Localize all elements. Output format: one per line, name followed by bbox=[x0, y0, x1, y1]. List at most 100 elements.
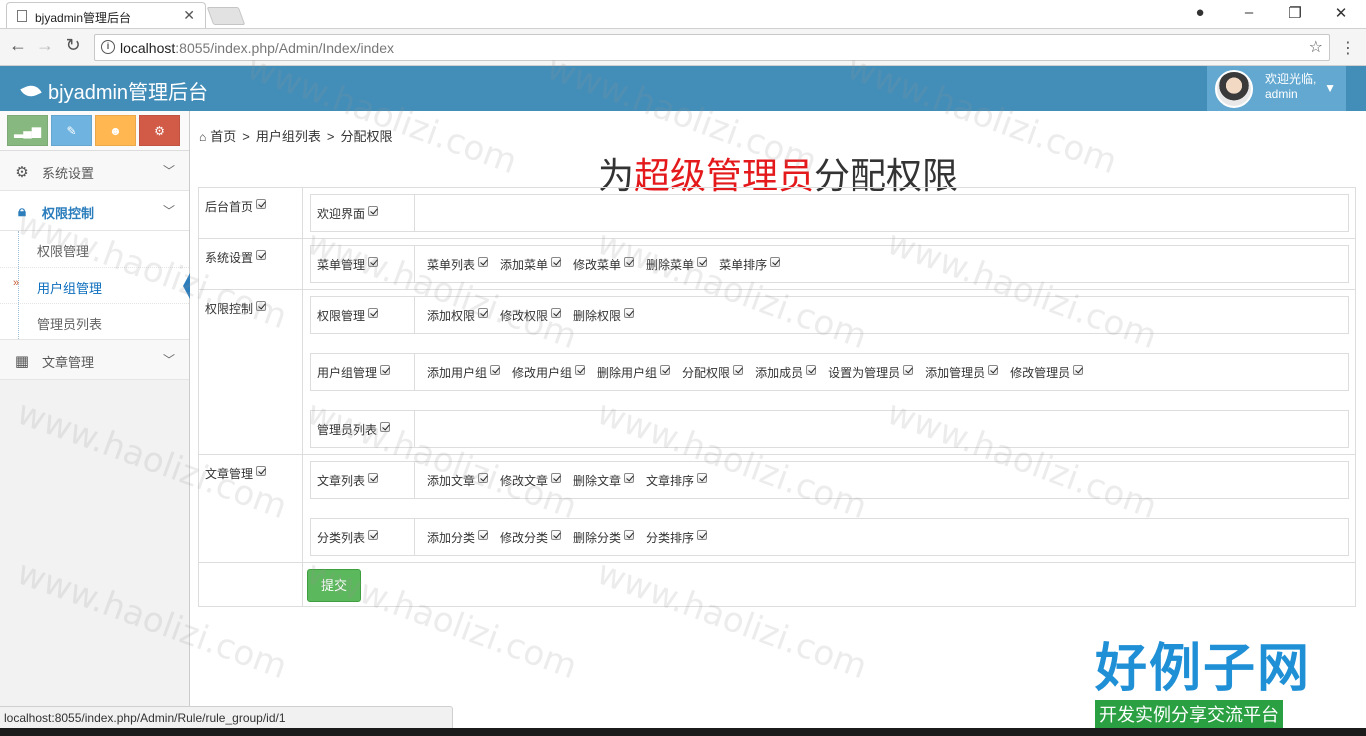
breadcrumb-group-list-link[interactable]: 用户组列表 bbox=[256, 129, 321, 144]
action-checkbox[interactable] bbox=[988, 364, 999, 375]
address-bar[interactable]: i localhost:8055/index.php/Admin/Index/i… bbox=[94, 34, 1330, 61]
submit-row: 提交 bbox=[198, 562, 1356, 607]
watermark-title: 好例子网 bbox=[1095, 640, 1312, 698]
action-item: 修改菜单 bbox=[573, 256, 635, 273]
group-checkbox[interactable] bbox=[256, 199, 267, 209]
breadcrumb-home-link[interactable]: 首页 bbox=[210, 129, 236, 144]
submenu-item-rule-management[interactable]: 权限管理 bbox=[0, 231, 189, 267]
module-checkbox[interactable] bbox=[380, 421, 391, 432]
module-checkbox[interactable] bbox=[368, 472, 379, 483]
sidebar-item-permission-control[interactable]: 🔒︎ 权限控制 ﹀ bbox=[0, 191, 189, 231]
brand[interactable]: bjyadmin管理后台 bbox=[20, 76, 208, 105]
module-checkbox[interactable] bbox=[368, 307, 379, 318]
action-checkbox[interactable] bbox=[551, 472, 562, 483]
actions-cell: 添加文章 修改文章 删除文章 文章排序 bbox=[414, 461, 1349, 499]
sidebar-item-label: 权限控制 bbox=[42, 206, 95, 221]
action-checkbox[interactable] bbox=[806, 364, 817, 375]
sidebar-item-system-settings[interactable]: ⚙ 系统设置 ﹀ bbox=[0, 151, 189, 191]
breadcrumb-separator: > bbox=[326, 129, 335, 144]
action-checkbox[interactable] bbox=[660, 364, 671, 375]
actions-cell bbox=[414, 410, 1349, 448]
menu-kebab-icon[interactable]: ⋮ bbox=[1340, 38, 1356, 58]
action-checkbox[interactable] bbox=[733, 364, 744, 375]
browser-tabstrip: bjyadmin管理后台 ✕ ● – ❐ ✕ bbox=[0, 0, 1366, 28]
action-checkbox[interactable] bbox=[478, 256, 489, 267]
module-checkbox[interactable] bbox=[380, 364, 391, 375]
action-label: 修改用户组 bbox=[512, 365, 573, 380]
browser-tab[interactable]: bjyadmin管理后台 ✕ bbox=[6, 2, 206, 28]
action-item: 添加管理员 bbox=[925, 364, 999, 381]
action-item: 修改权限 bbox=[500, 307, 562, 324]
action-label: 分类排序 bbox=[646, 530, 695, 545]
action-label: 添加用户组 bbox=[427, 365, 488, 380]
module-name-cell: 欢迎界面 bbox=[310, 194, 415, 232]
action-checkbox[interactable] bbox=[770, 256, 781, 267]
chevron-down-icon: ﹀ bbox=[162, 164, 175, 178]
action-checkbox[interactable] bbox=[697, 256, 708, 267]
maximize-icon[interactable]: ❐ bbox=[1285, 4, 1305, 22]
action-item: 修改管理员 bbox=[1010, 364, 1084, 381]
bookmark-star-icon[interactable]: ☆ bbox=[1309, 37, 1323, 57]
group-cell: 后台首页 bbox=[198, 187, 303, 239]
minimize-icon[interactable]: – bbox=[1239, 4, 1259, 21]
module-checkbox[interactable] bbox=[368, 205, 379, 216]
action-checkbox[interactable] bbox=[478, 529, 489, 540]
action-item: 文章排序 bbox=[646, 472, 708, 489]
group-checkbox[interactable] bbox=[256, 301, 267, 311]
submenu-item-user-group-management[interactable]: » 用户组管理 bbox=[0, 267, 190, 303]
site-info-icon[interactable]: i bbox=[101, 40, 115, 54]
group-checkbox[interactable] bbox=[256, 466, 267, 476]
back-icon[interactable]: ← bbox=[6, 35, 30, 56]
browser-status-bar: localhost:8055/index.php/Admin/Rule/rule… bbox=[0, 706, 453, 728]
profile-icon[interactable]: ● bbox=[1190, 4, 1210, 21]
action-checkbox[interactable] bbox=[624, 529, 635, 540]
submit-button[interactable]: 提交 bbox=[307, 569, 361, 602]
module-checkbox[interactable] bbox=[368, 256, 379, 267]
close-tab-icon[interactable]: ✕ bbox=[183, 7, 195, 24]
permission-table: 后台首页 欢迎界面 系统设置 菜单管理 菜单列表 添加菜单 修改菜单 删除菜单 菜单排序 权限控制… bbox=[198, 187, 1356, 607]
group-checkbox[interactable] bbox=[256, 250, 267, 260]
users-shortcut-button[interactable]: ☻ bbox=[95, 115, 136, 146]
actions-cell bbox=[414, 194, 1349, 232]
action-checkbox[interactable] bbox=[624, 307, 635, 318]
action-checkbox[interactable] bbox=[478, 307, 489, 318]
module-label: 权限管理 bbox=[317, 308, 366, 323]
action-label: 文章排序 bbox=[646, 473, 695, 488]
action-item: 修改文章 bbox=[500, 472, 562, 489]
action-label: 分配权限 bbox=[682, 365, 731, 380]
action-checkbox[interactable] bbox=[551, 529, 562, 540]
active-pointer bbox=[183, 273, 190, 299]
settings-shortcut-button[interactable]: ⚙ bbox=[139, 115, 180, 146]
welcome-text: 欢迎光临, bbox=[1265, 72, 1317, 86]
action-checkbox[interactable] bbox=[697, 529, 708, 540]
edit-shortcut-button[interactable]: ✎ bbox=[51, 115, 92, 146]
action-label: 修改菜单 bbox=[573, 257, 622, 272]
action-checkbox[interactable] bbox=[624, 256, 635, 267]
action-item: 分类排序 bbox=[646, 529, 708, 546]
action-checkbox[interactable] bbox=[697, 472, 708, 483]
action-checkbox[interactable] bbox=[903, 364, 914, 375]
forward-icon[interactable]: → bbox=[33, 35, 57, 56]
action-label: 删除分类 bbox=[573, 530, 622, 545]
action-item: 添加成员 bbox=[755, 364, 817, 381]
action-checkbox[interactable] bbox=[1073, 364, 1084, 375]
action-checkbox[interactable] bbox=[478, 472, 489, 483]
module-row: 管理员列表 bbox=[310, 410, 1349, 448]
module-checkbox[interactable] bbox=[368, 529, 379, 540]
new-tab-button[interactable] bbox=[206, 7, 246, 25]
user-menu[interactable]: 欢迎光临, admin ▼ bbox=[1207, 66, 1346, 111]
reload-icon[interactable]: ↻ bbox=[61, 35, 85, 56]
action-checkbox[interactable] bbox=[551, 307, 562, 318]
address-url[interactable]: localhost:8055/index.php/Admin/Index/ind… bbox=[120, 40, 394, 56]
submenu-item-admin-list[interactable]: 管理员列表 bbox=[0, 303, 189, 339]
group-cell: 文章管理 bbox=[198, 454, 303, 563]
close-window-icon[interactable]: ✕ bbox=[1331, 4, 1351, 22]
stats-shortcut-button[interactable]: ▂▄▆ bbox=[7, 115, 48, 146]
action-checkbox[interactable] bbox=[490, 364, 501, 375]
sidebar-item-article-management[interactable]: ▦ 文章管理 ﹀ bbox=[0, 340, 189, 380]
action-checkbox[interactable] bbox=[624, 472, 635, 483]
action-checkbox[interactable] bbox=[575, 364, 586, 375]
module-name-cell: 菜单管理 bbox=[310, 245, 415, 283]
action-checkbox[interactable] bbox=[551, 256, 562, 267]
leaf-icon bbox=[20, 81, 42, 101]
